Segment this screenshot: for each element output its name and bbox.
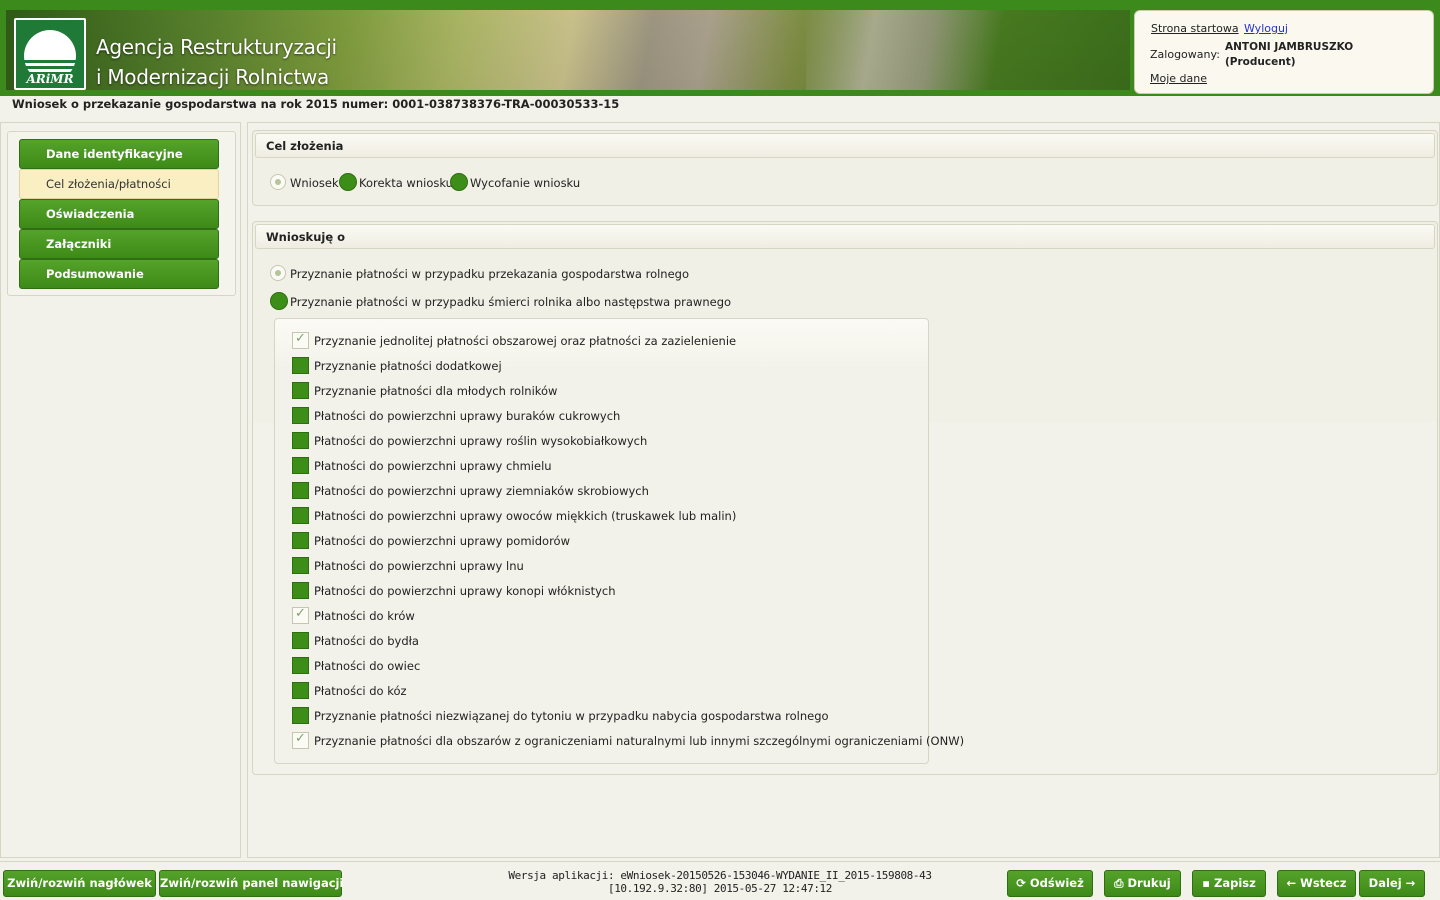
checkbox-wysokobialkowe[interactable]: [292, 432, 309, 449]
user-name: ANTONI JAMBRUSZKO: [1225, 41, 1354, 53]
agency-name-line1: Agencja Restrukturyzacji: [96, 35, 337, 59]
radio-przekazanie-label: Przyznanie płatności w przypadku przekaz…: [290, 267, 689, 281]
checkbox-dodatkowa[interactable]: [292, 357, 309, 374]
next-button[interactable]: Dalej →: [1359, 870, 1425, 897]
refresh-icon: ⟳: [1016, 876, 1030, 890]
checkbox-buraki[interactable]: [292, 407, 309, 424]
toggle-nav-button[interactable]: Zwiń/rozwiń panel nawigacji: [159, 870, 343, 897]
radio-wniosek[interactable]: [270, 174, 286, 190]
user-box: Strona startowa Wyloguj Zalogowany: ANTO…: [1134, 10, 1434, 94]
payment-checkbox-list: Przyznanie jednolitej płatności obszarow…: [274, 318, 964, 764]
next-label: Dalej: [1368, 876, 1402, 890]
navigation-panel: Dane identyfikacyjne Cel złożenia/płatno…: [0, 122, 241, 858]
back-button[interactable]: ← Wstecz: [1277, 870, 1356, 897]
checkbox-label: Przyznanie płatności niezwiązanej do tyt…: [314, 709, 829, 723]
checkbox-ziemniaki[interactable]: [292, 482, 309, 499]
checkbox-label: Płatności do powierzchni uprawy lnu: [314, 559, 524, 573]
checkbox-pomidory[interactable]: [292, 532, 309, 549]
agency-name: Agencja Restrukturyzacji i Modernizacji …: [96, 32, 337, 90]
app-version-line2: [10.192.9.32:80] 2015-05-27 12:47:12: [607, 882, 832, 895]
checkbox-label: Przyznanie jednolitej płatności obszarow…: [314, 334, 737, 348]
toggle-header-button[interactable]: Zwiń/rozwiń nagłówek: [3, 870, 156, 897]
nav-zalaczniki[interactable]: Załączniki: [19, 229, 219, 259]
arimr-logo: ARiMR: [14, 18, 86, 90]
checkbox-label: Płatności do kóz: [314, 684, 407, 698]
arrow-left-icon: ←: [1286, 876, 1301, 890]
checkbox-label: Przyznanie płatności dodatkowej: [314, 359, 502, 373]
navigation-menu: Dane identyfikacyjne Cel złożenia/płatno…: [7, 131, 236, 296]
logout-link[interactable]: Wyloguj: [1244, 22, 1288, 35]
checkbox-tyton[interactable]: [292, 707, 309, 724]
checkbox-onw[interactable]: [292, 731, 309, 749]
checkbox-label: Płatności do bydła: [314, 634, 419, 648]
save-icon: ▪: [1202, 876, 1214, 890]
logo-stripe: [16, 60, 84, 63]
radio-wniosek-label: Wniosek: [290, 176, 339, 190]
refresh-label: Odśwież: [1029, 876, 1084, 890]
checkbox-mlodzi-rolnicy[interactable]: [292, 382, 309, 399]
cel-zlozenia-panel: Cel złożenia Wniosek Korekta wniosku Wyc…: [252, 130, 1438, 206]
checkbox-label: Płatności do owiec: [314, 659, 421, 673]
checkbox-len[interactable]: [292, 557, 309, 574]
agency-name-line2: i Modernizacji Rolnictwa: [96, 65, 330, 89]
refresh-button[interactable]: ⟳ Odśwież: [1007, 870, 1093, 897]
cel-zlozenia-title: Cel złożenia: [255, 133, 1435, 158]
logo-label: ARiMR: [16, 72, 84, 86]
header-banner: ARiMR Agencja Restrukturyzacji i Moderni…: [0, 0, 1440, 96]
app-version: Wersja aplikacji: eWniosek-20150526-1530…: [480, 869, 960, 895]
checkbox-owoce-miekkie[interactable]: [292, 507, 309, 524]
print-icon: ⎙: [1114, 876, 1128, 890]
save-button[interactable]: ▪ Zapisz: [1192, 870, 1266, 897]
footer-toolbar: Zwiń/rozwiń nagłówek Zwiń/rozwiń panel n…: [0, 861, 1440, 900]
checkbox-label: Płatności do powierzchni uprawy pomidoró…: [314, 534, 570, 548]
radio-smierc-label: Przyznanie płatności w przypadku śmierci…: [290, 295, 732, 309]
checkbox-chmiel[interactable]: [292, 457, 309, 474]
radio-smierc[interactable]: [270, 292, 288, 310]
header-photo: ARiMR Agencja Restrukturyzacji i Moderni…: [6, 10, 1130, 90]
arrow-right-icon: →: [1401, 876, 1416, 890]
checkbox-label: Płatności do powierzchni uprawy owoców m…: [314, 509, 737, 523]
print-button[interactable]: ⎙ Drukuj: [1104, 870, 1181, 897]
nav-dane-identyfikacyjne[interactable]: Dane identyfikacyjne: [19, 139, 219, 169]
logged-label: Zalogowany:: [1150, 48, 1220, 61]
save-label: Zapisz: [1214, 876, 1256, 890]
checkbox-label: Płatności do powierzchni uprawy roślin w…: [314, 434, 648, 448]
checkbox-owce[interactable]: [292, 657, 309, 674]
nav-cel-zlozenia[interactable]: Cel złożenia/płatności: [19, 169, 219, 199]
checkbox-kozy[interactable]: [292, 682, 309, 699]
checkbox-label: Płatności do powierzchni uprawy buraków …: [314, 409, 621, 423]
checkbox-konopie[interactable]: [292, 582, 309, 599]
checkbox-bydlo[interactable]: [292, 632, 309, 649]
user-name-block: ANTONI JAMBRUSZKO (Producent): [1225, 40, 1353, 70]
radio-korekta[interactable]: [339, 173, 357, 191]
checkbox-krowy[interactable]: [292, 606, 309, 624]
nav-oswiadczenia[interactable]: Oświadczenia: [19, 199, 219, 229]
checkbox-label: Płatności do powierzchni uprawy ziemniak…: [314, 484, 649, 498]
checkbox-label: Płatności do powierzchni uprawy chmielu: [314, 459, 552, 473]
my-data-link[interactable]: Moje dane: [1150, 72, 1207, 85]
main-content: Cel złożenia Wniosek Korekta wniosku Wyc…: [247, 122, 1440, 858]
checkbox-label: Płatności do powierzchni uprawy konopi w…: [314, 584, 616, 598]
checkbox-label: Płatności do krów: [314, 609, 415, 623]
nav-podsumowanie[interactable]: Podsumowanie: [19, 259, 219, 289]
logo-stripe: [16, 66, 84, 69]
print-label: Drukuj: [1127, 876, 1171, 890]
wnioskuje-panel: Wnioskuję o Przyznanie płatności w przyp…: [252, 221, 1438, 775]
header-photo-road: [806, 10, 1026, 90]
home-link[interactable]: Strona startowa: [1151, 22, 1239, 35]
radio-przekazanie[interactable]: [270, 265, 286, 281]
radio-korekta-label: Korekta wniosku: [359, 176, 453, 190]
checkbox-label: Przyznanie płatności dla młodych rolnikó…: [314, 384, 558, 398]
app-version-line1: Wersja aplikacji: eWniosek-20150526-1530…: [508, 869, 932, 882]
radio-wycofanie[interactable]: [450, 173, 468, 191]
checkbox-label: Przyznanie płatności dla obszarów z ogra…: [314, 734, 965, 748]
radio-wycofanie-label: Wycofanie wniosku: [470, 176, 581, 190]
wnioskuje-title: Wnioskuję o: [255, 224, 1435, 249]
user-role: (Producent): [1225, 56, 1296, 68]
back-label: Wstecz: [1300, 876, 1347, 890]
checkbox-jpo[interactable]: [292, 331, 309, 349]
page-title: Wniosek o przekazanie gospodarstwa na ro…: [12, 97, 620, 111]
